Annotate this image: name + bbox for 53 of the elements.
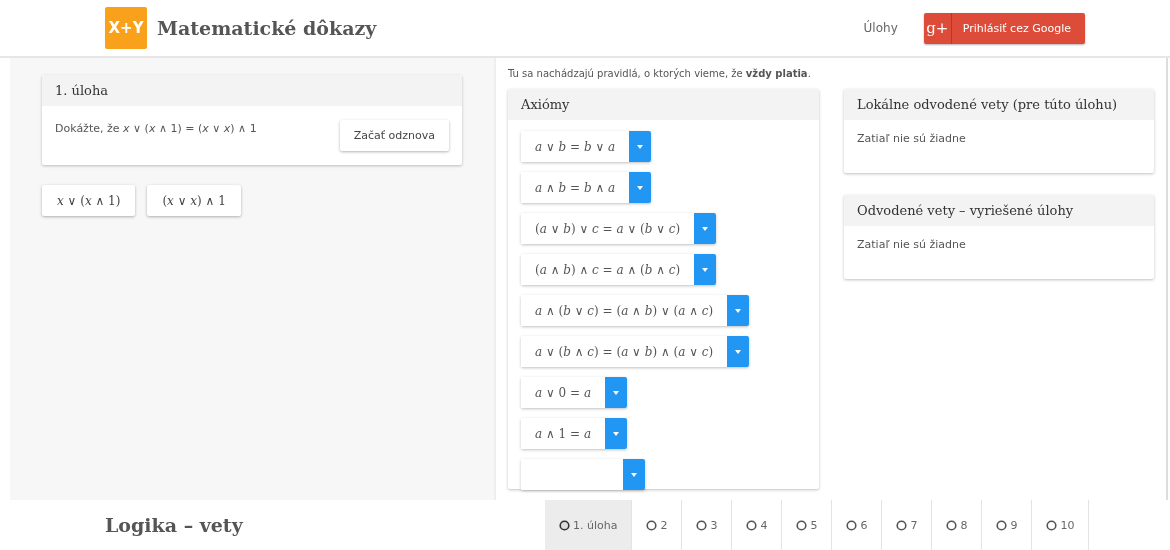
axiom-dropdown-button[interactable]: [623, 459, 645, 490]
axiom-formula: a ∨ 0 = a: [521, 377, 606, 408]
empty-message: Zatiaľ nie sú žiadne: [857, 132, 966, 145]
task-tab[interactable]: 1. úloha: [545, 500, 633, 550]
circle-icon: [646, 519, 658, 531]
axiom-dropdown-button[interactable]: [727, 295, 750, 326]
axiom-dropdown-button[interactable]: [629, 172, 652, 203]
section-title: Logika – vety: [105, 514, 245, 536]
expression-chip[interactable]: (x ∨ x) ∧ 1: [147, 185, 241, 216]
circle-icon: [696, 519, 708, 531]
nav-link[interactable]: Úlohy: [863, 21, 898, 35]
caret-icon: [735, 308, 742, 313]
theorems-title: Odvodené vety – vyriešené úlohy: [844, 195, 1154, 226]
expression-chip[interactable]: x ∨ (x ∧ 1): [42, 185, 136, 216]
app-title: Matematické dôkazy: [157, 17, 378, 39]
circle-icon: [1046, 519, 1058, 531]
axiom-dropdown-button[interactable]: [605, 418, 628, 449]
empty-message: Zatiaľ nie sú žiadne: [857, 238, 966, 251]
axiom-dropdown-button[interactable]: [629, 131, 652, 162]
axioms-title: Axiómy: [508, 89, 819, 120]
circle-icon: [946, 519, 958, 531]
caret-icon: [702, 226, 709, 231]
app-logo: X+Y: [105, 7, 147, 49]
circle-icon: [796, 519, 808, 531]
axiom-dropdown-button[interactable]: [727, 336, 750, 367]
axiom-formula: (a ∧ b) ∧ c = a ∧ (b ∧ c): [521, 254, 695, 285]
google-login-button[interactable]: g+ Prihlásiť cez Google: [923, 12, 1085, 44]
axiom-dropdown-button[interactable]: [605, 377, 628, 408]
task-statement: Dokážte, že x ∨ (x ∧ 1) = (x ∨ x) ∧ 1: [55, 121, 257, 135]
caret-icon: [637, 185, 644, 190]
caret-icon: [735, 349, 742, 354]
circle-icon: [559, 519, 570, 531]
caret-icon: [702, 267, 709, 272]
axiom-formula: a ∧ b = b ∧ a: [521, 172, 630, 203]
circle-icon: [996, 519, 1008, 531]
circle-icon: [896, 519, 908, 531]
caret-icon: [637, 144, 644, 149]
caret-icon: [631, 472, 637, 477]
axiom-formula: a ∨ b = b ∨ a: [521, 131, 630, 162]
caret-icon: [613, 431, 620, 436]
circle-icon: [846, 519, 858, 531]
task-title: 1. úloha: [42, 75, 462, 106]
theorems-title: Lokálne odvodené vety (pre túto úlohu): [844, 89, 1154, 120]
caret-icon: [613, 390, 620, 395]
axiom-dropdown-button[interactable]: [694, 213, 717, 244]
intro-text: Tu sa nachádzajú pravidlá, o ktorých vieme, že vždy platia.: [508, 68, 812, 79]
axiom-formula: a ∧ (b ∨ c) = (a ∧ b) ∨ (a ∧ c): [521, 295, 728, 326]
restart-button[interactable]: Začať odznova: [339, 120, 449, 151]
circle-icon: [746, 519, 758, 531]
axiom-formula: a ∨ (b ∧ c) = (a ∨ b) ∧ (a ∨ c): [521, 336, 728, 367]
axiom-formula: (a ∨ b) ∨ c = a ∨ (b ∨ c): [521, 213, 695, 244]
axiom-formula: a ∧ 1 = a: [521, 418, 606, 449]
axiom-dropdown-button[interactable]: [694, 254, 717, 285]
